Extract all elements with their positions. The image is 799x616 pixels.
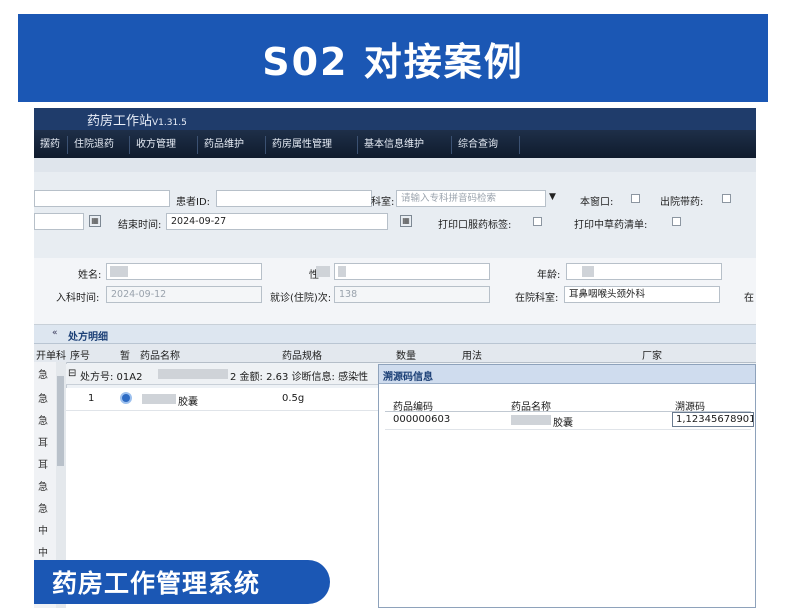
dept-code: 急: [38, 416, 48, 427]
name-field: [106, 263, 262, 280]
dept-code: 急: [38, 482, 48, 493]
status-icon: [120, 392, 132, 404]
header-banner: S02 对接案例: [18, 14, 768, 102]
window-titlebar: 药房工作站V1.31.5: [34, 108, 756, 130]
row-drug-name: 胶囊: [553, 418, 573, 429]
col-qty[interactable]: 数量: [396, 347, 416, 362]
ward-field: 耳鼻咽喉头颈外科: [564, 286, 720, 303]
dept-code: 中: [38, 526, 48, 537]
discharge-label: 出院带药:: [660, 197, 704, 208]
menu-inpatient-return[interactable]: 住院退药: [68, 136, 130, 154]
row-drug-code: 000000603: [393, 414, 451, 425]
version-label: V1.31.5: [152, 118, 187, 128]
patient-info: 姓名: 性 年龄: 入科时间: 2024-09-12 就诊(住院)次: 138 …: [34, 258, 756, 325]
end-time-input[interactable]: 2024-09-27: [166, 213, 388, 230]
menu-basic-info[interactable]: 基本信息维护: [358, 136, 452, 154]
caption-badge: 药房工作管理系统: [34, 560, 330, 604]
ward-label: 在院科室:: [515, 293, 559, 304]
redacted-name: [110, 266, 128, 277]
row-drug-name: 胶囊: [178, 397, 198, 408]
search-field-left[interactable]: [34, 190, 170, 207]
visit-field: 138: [334, 286, 490, 303]
dept-code: 中: [38, 548, 48, 559]
admit-time-field: 2024-09-12: [106, 286, 262, 303]
col-hold[interactable]: 暂: [120, 347, 130, 362]
dept-code: 耳: [38, 460, 48, 471]
scrollbar-thumb[interactable]: [57, 376, 64, 466]
expand-icon[interactable]: ⊟: [68, 368, 76, 379]
calendar-icon[interactable]: ▦: [400, 215, 412, 227]
start-time-input[interactable]: [34, 213, 84, 230]
trace-grid-header: 药品编码 药品名称 溯源码: [385, 395, 751, 413]
patient-id-input[interactable]: [216, 190, 372, 207]
dept-code: 急: [38, 394, 48, 405]
redacted-sex: [338, 266, 346, 277]
dept-select[interactable]: 请输入专科拼音码检索: [396, 190, 546, 207]
sex-field: [334, 263, 490, 280]
row-seq: 1: [88, 393, 95, 404]
table-row[interactable]: 000000603 胶囊 1,123456789013,1: [385, 411, 754, 430]
menu-query[interactable]: 综合查询: [452, 136, 520, 154]
grid-header: 开单科 序号 暂 药品名称 药品规格 数量 用法 厂家: [34, 344, 756, 363]
print-herbal-checkbox[interactable]: [672, 217, 681, 226]
app-window: 药房工作站V1.31.5 摆药 住院退药 收方管理 药品维护 药房属性管理 基本…: [34, 108, 756, 608]
menu-pharmacy-attributes[interactable]: 药房属性管理: [266, 136, 358, 154]
caption-text: 药房工作管理系统: [52, 569, 261, 598]
redacted-sex-label: [316, 266, 330, 277]
col-drug-name[interactable]: 药品名称: [140, 347, 180, 362]
patient-id-label: 患者ID:: [176, 197, 211, 208]
redacted-drug-name: [511, 415, 551, 425]
col-seq[interactable]: 序号: [70, 347, 90, 362]
col-usage[interactable]: 用法: [462, 347, 482, 362]
trace-code-panel: 溯源码信息 药品编码 药品名称 溯源码 000000603 胶囊 1,12345…: [378, 364, 756, 608]
prescription-group-row[interactable]: ⊟ 处方号: 01A2 2 金额: 2.63 诊断信息: 感染性: [66, 364, 378, 385]
col-spec[interactable]: 药品规格: [282, 347, 322, 362]
redacted-age: [582, 266, 594, 277]
col-manufacturer[interactable]: 厂家: [642, 347, 662, 362]
this-window-checkbox[interactable]: [631, 194, 640, 203]
prescription-panel-header: « 处方明细: [34, 325, 756, 344]
print-oral-checkbox[interactable]: [533, 217, 542, 226]
end-time-label: 结束时间:: [118, 220, 162, 231]
this-window-label: 本窗口:: [580, 197, 614, 208]
dept-label: 科室:: [371, 197, 395, 208]
dept-code: 急: [38, 504, 48, 515]
visit-label: 就诊(住院)次:: [270, 293, 332, 304]
trace-panel-title: 溯源码信息: [383, 372, 433, 383]
calendar-icon[interactable]: ▦: [89, 215, 101, 227]
print-herbal-label: 打印中草药清单:: [574, 220, 648, 231]
redacted-rx-number: [158, 369, 228, 379]
toolbar-strip: [34, 158, 756, 172]
row-spec: 0.5g: [282, 393, 305, 404]
collapse-icon[interactable]: «: [52, 328, 58, 338]
filter-form: 患者ID: 科室: 请输入专科拼音码检索 ▼ 本窗口: 出院带药: ▦ 结束时间…: [34, 172, 756, 259]
window-title: 药房工作站V1.31.5: [87, 114, 187, 129]
truncated-label: 在: [744, 293, 754, 304]
banner-title: S02 对接案例: [262, 39, 524, 84]
print-oral-label: 打印口服药标签:: [438, 220, 512, 231]
age-label: 年龄:: [537, 270, 561, 281]
menu-dispense[interactable]: 摆药: [34, 136, 68, 154]
chevron-down-icon[interactable]: ▼: [549, 192, 556, 202]
table-row[interactable]: 1 胶囊 0.5g: [66, 388, 378, 411]
dept-code: 耳: [38, 438, 48, 449]
col-dept[interactable]: 开单科: [36, 347, 66, 362]
trace-code-input[interactable]: 1,123456789013,1: [672, 412, 754, 427]
redacted-drug-name: [142, 394, 176, 404]
dept-code: 急: [38, 370, 48, 381]
panel-title: 处方明细: [68, 332, 108, 343]
admit-time-label: 入科时间:: [56, 293, 100, 304]
name-label: 姓名:: [78, 270, 102, 281]
trace-panel-header: 溯源码信息: [379, 365, 755, 384]
main-menu: 摆药 住院退药 收方管理 药品维护 药房属性管理 基本信息维护 综合查询: [34, 130, 756, 158]
menu-drug-maintenance[interactable]: 药品维护: [198, 136, 266, 154]
rx-summary: 2 金额: 2.63 诊断信息: 感染性: [230, 372, 369, 383]
menu-prescription-mgmt[interactable]: 收方管理: [130, 136, 198, 154]
rx-number-prefix: 处方号: 01A2: [80, 372, 143, 383]
discharge-checkbox[interactable]: [722, 194, 731, 203]
